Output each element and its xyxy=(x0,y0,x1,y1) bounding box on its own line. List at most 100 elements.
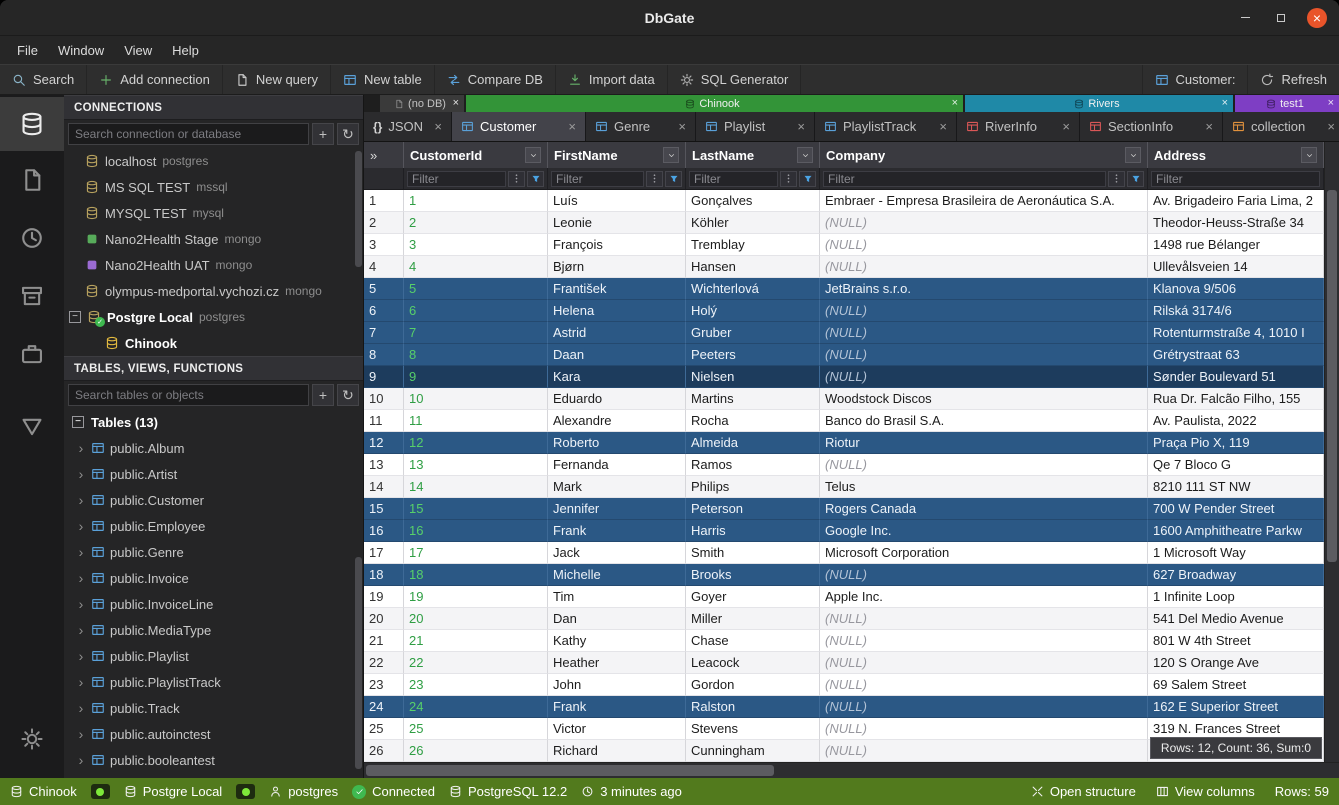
grid-cell[interactable]: 2 xyxy=(404,212,548,234)
grid-cell[interactable]: 801 W 4th Street xyxy=(1148,630,1324,652)
filter-input[interactable] xyxy=(823,171,1106,187)
connection-item[interactable]: localhostpostgres xyxy=(64,148,363,174)
refresh-connections-button[interactable]: ↻ xyxy=(337,123,359,145)
grid-cell[interactable]: 541 Del Medio Avenue xyxy=(1148,608,1324,630)
connection-item[interactable]: Chinook xyxy=(64,330,363,356)
grid-cell[interactable]: Gordon xyxy=(686,674,820,696)
import-data-button[interactable]: Import data xyxy=(556,65,668,94)
grid-cell[interactable]: 1600 Amphitheatre Parkw xyxy=(1148,520,1324,542)
grid-cell[interactable]: 16 xyxy=(404,520,548,542)
tab-genre[interactable]: Genre× xyxy=(586,112,696,141)
nav-archive[interactable] xyxy=(0,267,64,325)
vertical-scrollbar-thumb[interactable] xyxy=(1327,190,1337,562)
grid-cell[interactable]: Klanova 9/506 xyxy=(1148,278,1324,300)
column-dropdown-icon[interactable] xyxy=(1125,147,1141,163)
row-number[interactable]: 18 xyxy=(364,564,404,586)
nav-settings[interactable] xyxy=(0,710,64,768)
grid-cell[interactable]: (NULL) xyxy=(820,674,1148,696)
grid-cell[interactable]: JetBrains s.r.o. xyxy=(820,278,1148,300)
close-tab-icon[interactable]: × xyxy=(434,120,442,133)
grid-cell[interactable]: Sønder Boulevard 51 xyxy=(1148,366,1324,388)
row-number[interactable]: 10 xyxy=(364,388,404,410)
close-tab-icon[interactable]: × xyxy=(568,120,576,133)
nav-files[interactable] xyxy=(0,151,64,209)
customer-button[interactable]: Customer: xyxy=(1142,65,1248,94)
connection-item[interactable]: Nano2Health Stagemongo xyxy=(64,226,363,252)
table-item[interactable]: ›public.autoinctest xyxy=(64,721,363,747)
close-button[interactable]: × xyxy=(1307,8,1327,28)
grid-cell[interactable]: Roberto xyxy=(548,432,686,454)
grid-cell[interactable]: 1 xyxy=(404,190,548,212)
row-number[interactable]: 26 xyxy=(364,740,404,762)
grid-cell[interactable]: Jennifer xyxy=(548,498,686,520)
grid-cell[interactable]: Philips xyxy=(686,476,820,498)
row-number[interactable]: 20 xyxy=(364,608,404,630)
tab-playlist[interactable]: Playlist× xyxy=(696,112,815,141)
connection-item[interactable]: −✓Postgre Localpostgres xyxy=(64,304,363,330)
grid-cell[interactable]: Mark xyxy=(548,476,686,498)
close-tab-icon[interactable]: × xyxy=(1205,120,1213,133)
grid-cell[interactable]: Embraer - Empresa Brasileira de Aeronáut… xyxy=(820,190,1148,212)
tab-customer[interactable]: Customer× xyxy=(452,112,586,141)
grid-cell[interactable]: Miller xyxy=(686,608,820,630)
grid-cell[interactable]: Gonçalves xyxy=(686,190,820,212)
row-number[interactable]: 22 xyxy=(364,652,404,674)
add-connection-button[interactable]: Add connection xyxy=(87,65,223,94)
row-number[interactable]: 14 xyxy=(364,476,404,498)
add-connection-icon-button[interactable]: + xyxy=(312,123,334,145)
column-header-customerid[interactable]: CustomerId xyxy=(404,142,548,168)
grid-cell[interactable]: (NULL) xyxy=(820,564,1148,586)
filter-input[interactable] xyxy=(407,171,506,187)
new-query-button[interactable]: New query xyxy=(223,65,331,94)
row-number[interactable]: 16 xyxy=(364,520,404,542)
grid-cell[interactable]: Ullevålsveien 14 xyxy=(1148,256,1324,278)
grid-cell[interactable]: (NULL) xyxy=(820,652,1148,674)
grid-cell[interactable]: 8210 111 ST NW xyxy=(1148,476,1324,498)
row-number[interactable]: 5 xyxy=(364,278,404,300)
row-number[interactable]: 6 xyxy=(364,300,404,322)
grid-cell[interactable]: 700 W Pender Street xyxy=(1148,498,1324,520)
column-header-lastname[interactable]: LastName xyxy=(686,142,820,168)
grid-cell[interactable]: Rilská 3174/6 xyxy=(1148,300,1324,322)
grid-cell[interactable]: Richard xyxy=(548,740,686,762)
grid-cell[interactable]: 13 xyxy=(404,454,548,476)
new-table-button[interactable]: New table xyxy=(331,65,435,94)
tab-playlisttrack[interactable]: PlaylistTrack× xyxy=(815,112,957,141)
table-item[interactable]: ›public.InvoiceLine xyxy=(64,591,363,617)
row-number[interactable]: 23 xyxy=(364,674,404,696)
grid-cell[interactable]: Victor xyxy=(548,718,686,740)
row-number[interactable]: 13 xyxy=(364,454,404,476)
grid-cell[interactable]: Tremblay xyxy=(686,234,820,256)
close-tab-icon[interactable]: × xyxy=(939,120,947,133)
filter-input[interactable] xyxy=(1151,171,1320,187)
grid-cell[interactable]: 11 xyxy=(404,410,548,432)
grid-cell[interactable]: Astrid xyxy=(548,322,686,344)
row-number[interactable]: 2 xyxy=(364,212,404,234)
grid-cell[interactable]: Holý xyxy=(686,300,820,322)
grid-cell[interactable]: Peterson xyxy=(686,498,820,520)
compare-db-button[interactable]: Compare DB xyxy=(435,65,556,94)
close-tab-icon[interactable]: × xyxy=(797,120,805,133)
status-open-structure[interactable]: Open structure xyxy=(1031,784,1136,799)
tab-sectioninfo[interactable]: SectionInfo× xyxy=(1080,112,1223,141)
sidebar-scrollbar-thumb[interactable] xyxy=(355,151,362,267)
refresh-tables-button[interactable]: ↻ xyxy=(337,384,359,406)
tab-riverinfo[interactable]: RiverInfo× xyxy=(957,112,1080,141)
grid-cell[interactable]: Smith xyxy=(686,542,820,564)
grid-cell[interactable]: Nielsen xyxy=(686,366,820,388)
grid-cell[interactable]: 6 xyxy=(404,300,548,322)
column-header-address[interactable]: Address xyxy=(1148,142,1324,168)
column-dropdown-icon[interactable] xyxy=(1301,147,1317,163)
grid-cell[interactable]: (NULL) xyxy=(820,256,1148,278)
tables-group[interactable]: − Tables (13) xyxy=(64,409,363,435)
menu-file[interactable]: File xyxy=(8,39,47,62)
grid-cell[interactable]: (NULL) xyxy=(820,630,1148,652)
grid-cell[interactable]: Qe 7 Bloco G xyxy=(1148,454,1324,476)
grid-cell[interactable]: Cunningham xyxy=(686,740,820,762)
grid-cell[interactable]: Chase xyxy=(686,630,820,652)
tables-search-input[interactable] xyxy=(68,384,309,406)
grid-cell[interactable]: 7 xyxy=(404,322,548,344)
grid-cell[interactable]: Daan xyxy=(548,344,686,366)
grid-cell[interactable]: 14 xyxy=(404,476,548,498)
filter-menu-icon[interactable] xyxy=(646,171,663,187)
